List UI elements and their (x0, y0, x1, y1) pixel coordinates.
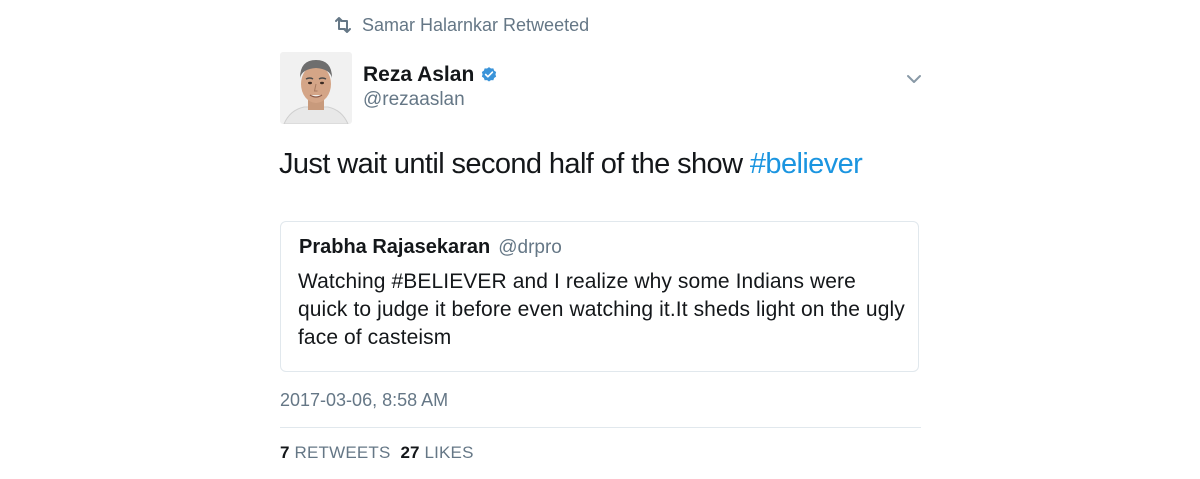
author-handle[interactable]: @rezaaslan (363, 89, 465, 111)
retweets-stat[interactable]: 7 RETWEETS (280, 443, 391, 463)
retweeted-by-label[interactable]: Samar Halarnkar Retweeted (362, 15, 589, 36)
retweet-context: Samar Halarnkar Retweeted (332, 12, 589, 38)
chevron-down-icon[interactable] (903, 70, 925, 88)
tweet-hashtag-link[interactable]: #believer (750, 148, 863, 180)
author-name-row[interactable]: Reza Aslan (363, 63, 498, 87)
quoted-author-name: Prabha Rajasekaran (299, 236, 491, 258)
likes-label: LIKES (424, 443, 474, 462)
retweet-icon (335, 17, 351, 33)
likes-count: 27 (400, 443, 420, 462)
tweet-stats: 7 RETWEETS 27 LIKES (280, 443, 484, 463)
quoted-tweet-header: Prabha Rajasekaran @drpro (299, 236, 562, 259)
author-name[interactable]: Reza Aslan (363, 63, 474, 87)
retweets-label: RETWEETS (294, 443, 391, 462)
likes-stat[interactable]: 27 LIKES (401, 443, 474, 463)
quoted-tweet-text: Watching #BELIEVER and I realize why som… (298, 270, 905, 349)
quoted-tweet-card[interactable]: Prabha Rajasekaran @drpro Watching #BELI… (280, 221, 919, 372)
tweet-body: Just wait until second half of the show (279, 148, 750, 180)
divider (280, 427, 921, 428)
tweet-timestamp[interactable]: 2017-03-06, 8:58 AM (280, 390, 448, 411)
avatar[interactable] (280, 52, 352, 124)
verified-badge-icon (482, 67, 497, 82)
retweets-count: 7 (280, 443, 290, 462)
avatar-image (280, 52, 352, 124)
quoted-author-handle: @drpro (498, 237, 562, 258)
tweet-text: Just wait until second half of the show … (279, 148, 863, 181)
